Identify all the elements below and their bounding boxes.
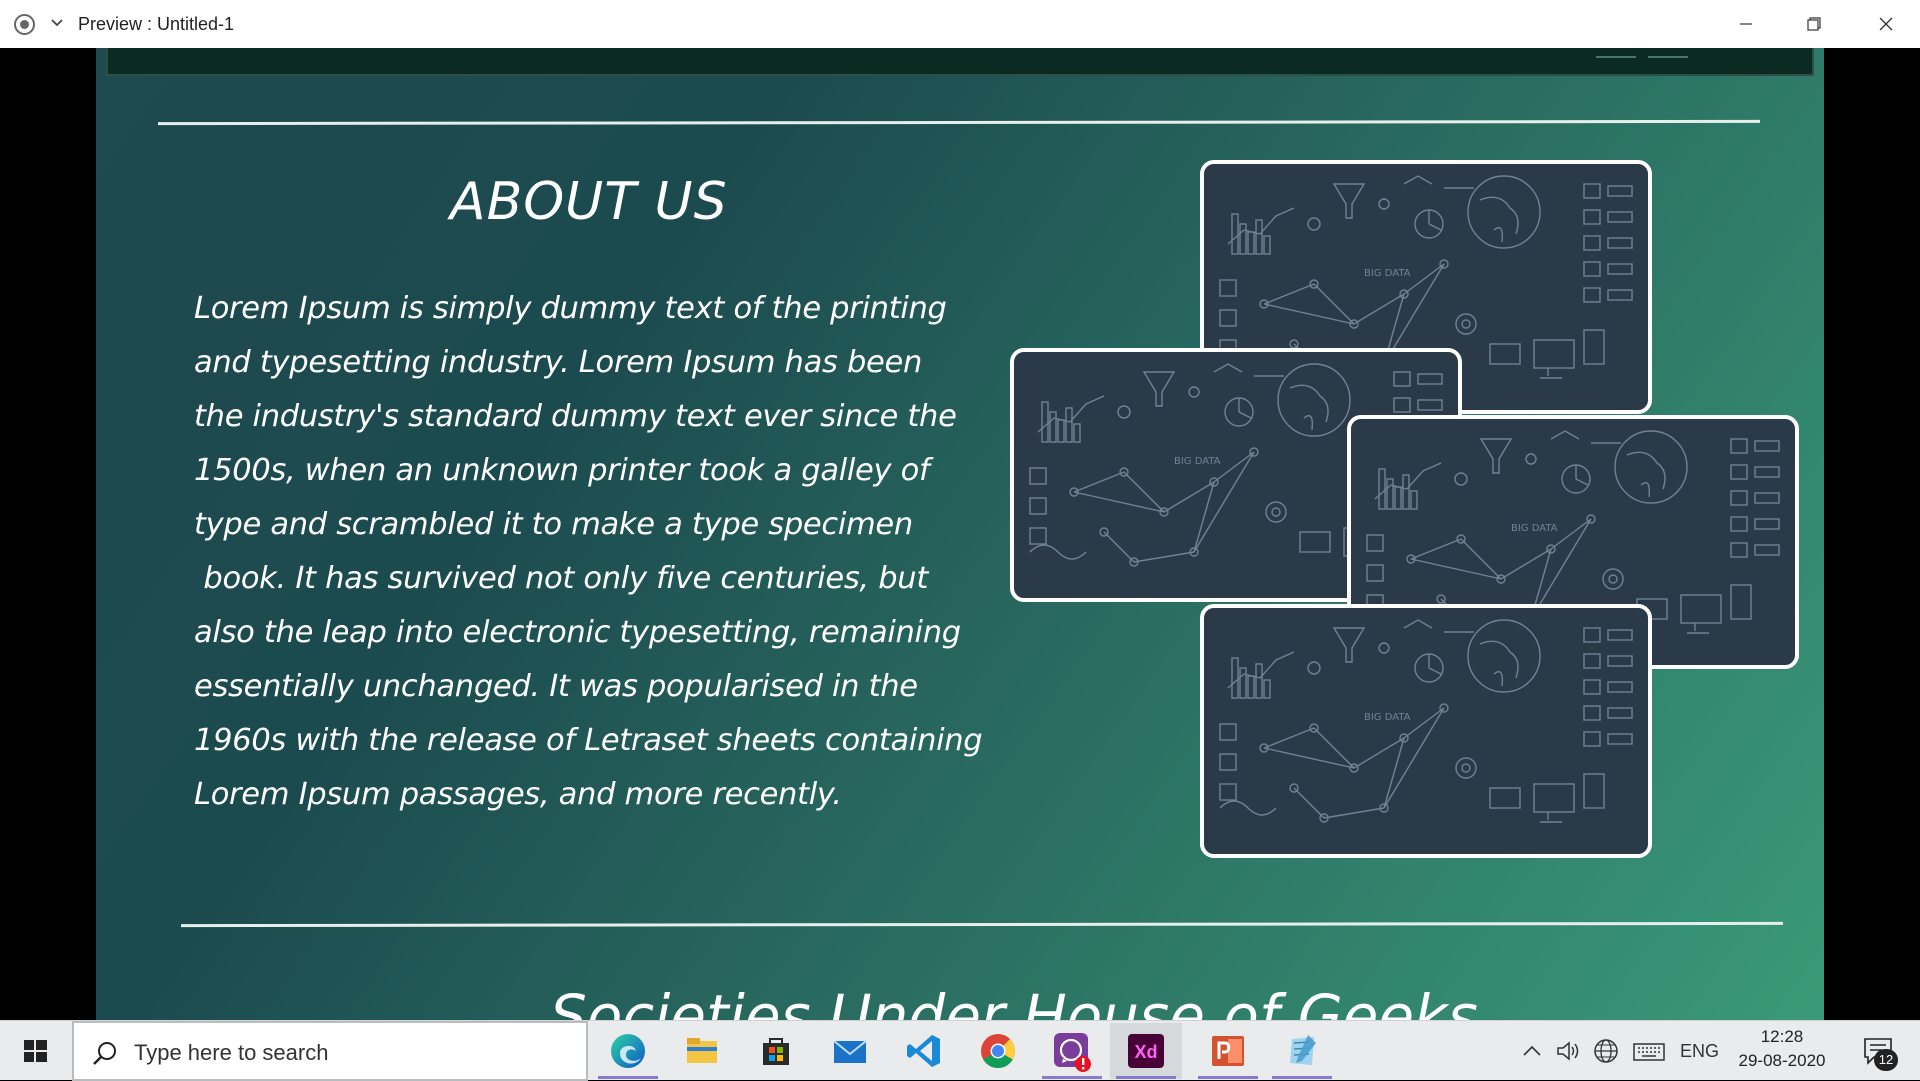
collage-image: BIG DATA [1200, 604, 1652, 858]
vscode-icon [907, 1035, 940, 1067]
notification-count-badge: 12 [1874, 1049, 1898, 1071]
keyboard-icon [1633, 1043, 1665, 1061]
taskbar-search-box[interactable]: Type here to search [72, 1021, 588, 1081]
powerpoint-icon [1212, 1036, 1244, 1066]
about-heading: ABOUT US [450, 172, 728, 232]
about-line: book. It has survived not only five cent… [194, 561, 928, 596]
about-line: Lorem Ipsum passages, and more recently. [194, 777, 842, 812]
file-explorer-icon [687, 1038, 717, 1063]
store-icon [763, 1038, 789, 1065]
notepad-icon [1290, 1035, 1316, 1065]
taskbar-app-adobe-xd[interactable]: Xd [1110, 1023, 1182, 1079]
divider-top [157, 119, 1761, 126]
taskbar-clock[interactable]: 12:28 29-08-2020 [1730, 1025, 1834, 1073]
record-icon[interactable] [14, 14, 35, 35]
taskbar-app-mail[interactable] [814, 1023, 886, 1079]
tech-doodle-graphic: BIG DATA [1219, 619, 1633, 823]
action-center-button[interactable]: 12 [1856, 1031, 1900, 1071]
input-language[interactable]: ENG [1680, 1035, 1720, 1067]
about-line: essentially unchanged. It was popularise… [194, 669, 918, 704]
svg-text:BIG DATA: BIG DATA [1364, 268, 1411, 279]
about-line: Lorem Ipsum is simply dummy text of the … [194, 291, 947, 326]
taskbar: Type here to search Xd ENG 12:28 29-08-2… [0, 1020, 1920, 1081]
whatsapp-icon [1054, 1033, 1091, 1072]
minimize-icon [1740, 23, 1752, 25]
restore-button[interactable] [1780, 0, 1848, 48]
about-line: also the leap into electronic typesettin… [194, 615, 961, 650]
nav-ghost-shape [1648, 50, 1688, 58]
taskbar-app-powerpoint[interactable] [1192, 1023, 1264, 1079]
minimize-button[interactable] [1712, 0, 1780, 48]
touch-keyboard-button[interactable] [1632, 1035, 1666, 1067]
speaker-icon [1557, 1041, 1579, 1061]
edge-icon [611, 1034, 645, 1068]
chrome-icon [981, 1034, 1015, 1068]
nav-ghost-shape [1596, 50, 1636, 58]
about-line: the industry's standard dummy text ever … [194, 399, 957, 434]
nav-bar-remnant [106, 48, 1814, 76]
clock-time: 12:28 [1760, 1027, 1804, 1046]
close-icon [1879, 17, 1893, 31]
svg-text:BIG DATA: BIG DATA [1174, 456, 1221, 467]
network-button[interactable] [1592, 1035, 1620, 1067]
taskbar-app-edge[interactable] [592, 1023, 664, 1079]
svg-text:BIG DATA: BIG DATA [1511, 523, 1558, 534]
preview-canvas: ABOUT US Lorem Ipsum is simply dummy tex… [0, 48, 1920, 1020]
taskbar-app-store[interactable] [740, 1023, 812, 1079]
about-line: 1500s, when an unknown printer took a ga… [194, 453, 930, 488]
xd-label: Xd [1134, 1042, 1157, 1062]
about-line: type and scrambled it to make a type spe… [194, 507, 913, 542]
close-button[interactable] [1852, 0, 1920, 48]
start-button[interactable] [12, 1031, 60, 1071]
about-paragraph: Lorem Ipsum is simply dummy text of the … [194, 282, 994, 822]
taskbar-app-chrome[interactable] [962, 1023, 1034, 1079]
societies-heading: Societies Under House of Geeks [550, 982, 1478, 1020]
artboard: ABOUT US Lorem Ipsum is simply dummy tex… [96, 48, 1824, 1020]
show-hidden-icons-button[interactable] [1520, 1035, 1544, 1067]
window-title: Preview : Untitled-1 [78, 14, 235, 34]
windows-logo-icon [24, 1040, 47, 1062]
chevron-up-icon [1523, 1045, 1541, 1056]
search-icon [93, 1042, 116, 1065]
taskbar-app-notepad[interactable] [1266, 1023, 1338, 1079]
about-line: 1960s with the release of Letraset sheet… [194, 723, 983, 758]
svg-text:BIG DATA: BIG DATA [1364, 712, 1411, 723]
chevron-down-icon[interactable] [48, 12, 66, 34]
globe-icon [1594, 1039, 1618, 1063]
window-title-bar: Preview : Untitled-1 [0, 0, 1920, 48]
adobe-xd-icon: Xd [1128, 1034, 1164, 1068]
divider-bottom [180, 921, 1784, 928]
clock-date: 29-08-2020 [1738, 1051, 1826, 1070]
restore-icon [1807, 17, 1821, 31]
taskbar-app-file-explorer[interactable] [666, 1023, 738, 1079]
taskbar-app-whatsapp[interactable] [1036, 1023, 1108, 1079]
taskbar-app-vscode[interactable] [888, 1023, 960, 1079]
search-placeholder: Type here to search [134, 1040, 329, 1065]
about-line: and typesetting industry. Lorem Ipsum ha… [194, 345, 922, 380]
mail-icon [833, 1040, 867, 1063]
volume-button[interactable] [1554, 1035, 1582, 1067]
